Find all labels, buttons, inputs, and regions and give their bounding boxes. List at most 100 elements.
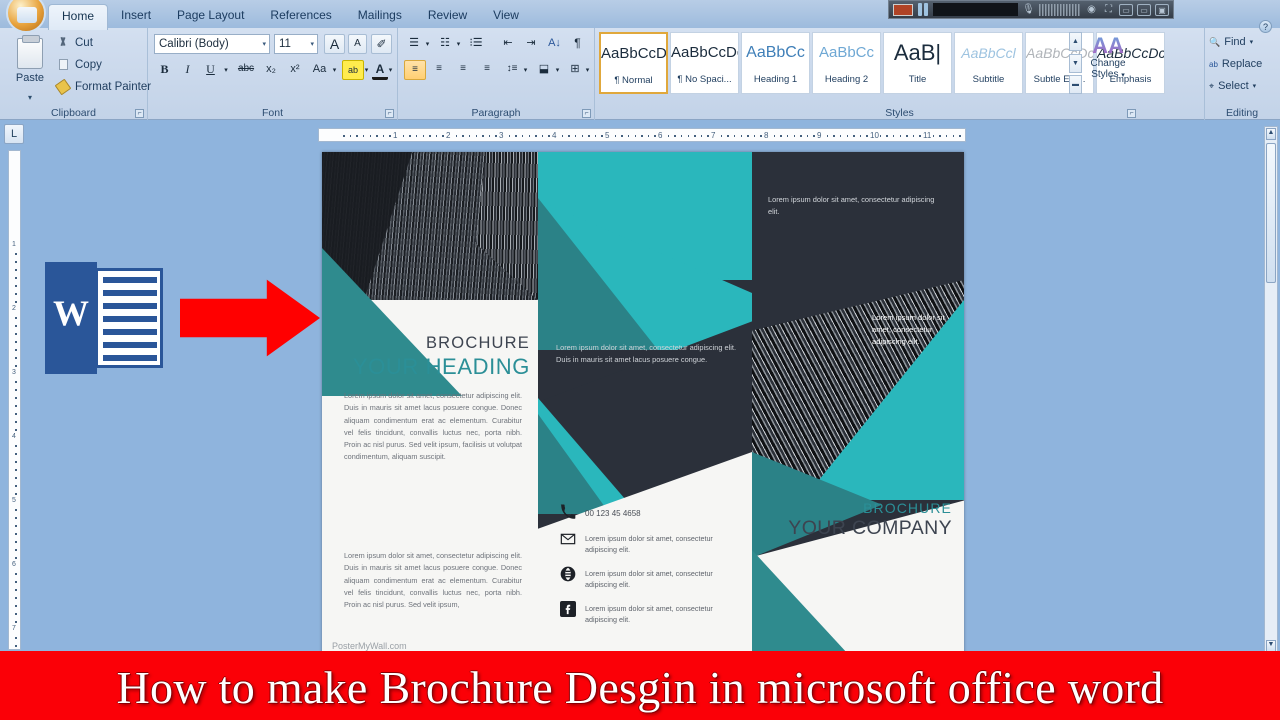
tab-page-layout[interactable]: Page Layout <box>164 4 257 30</box>
group-styles: AaBbCcDc ¶ Normal AaBbCcDc ¶ No Spaci...… <box>595 28 1205 120</box>
font-dialog-launcher[interactable]: ⌐ <box>385 109 394 118</box>
numbering-dropdown[interactable]: ▾ <box>454 36 463 52</box>
bullets-dropdown[interactable]: ▾ <box>423 36 432 52</box>
tab-view[interactable]: View <box>480 4 532 30</box>
grow-font-button[interactable]: A <box>324 34 345 54</box>
change-case-dropdown[interactable]: ▾ <box>330 62 339 78</box>
align-center-button[interactable]: ≡ <box>428 60 450 80</box>
chevron-down-icon[interactable]: ▾ <box>310 38 314 52</box>
bullets-icon: ☰ <box>409 37 419 49</box>
pause-button[interactable] <box>917 3 929 16</box>
ruler-tick-mark <box>15 261 17 263</box>
style-no-spacing[interactable]: AaBbCcDc ¶ No Spaci... <box>670 32 739 94</box>
shading-button[interactable]: ⬓ <box>534 60 554 80</box>
styles-dialog-launcher[interactable]: ⌐ <box>1127 109 1136 118</box>
underline-button[interactable]: U <box>200 60 221 80</box>
style-sample: AaBbCс <box>746 44 805 61</box>
font-name-value: Calibri (Body) <box>159 38 229 50</box>
borders-dropdown[interactable]: ▾ <box>583 62 592 78</box>
change-styles-button[interactable]: AA Change Styles ▾ <box>1084 34 1132 81</box>
scrollbar-thumb[interactable] <box>1266 143 1276 283</box>
horizontal-ruler[interactable]: 1 2 3 4 5 6 7 8 9 10 11 <box>318 128 966 142</box>
monitor-icon[interactable]: ▣ <box>1155 3 1169 16</box>
vertical-scrollbar[interactable]: ▲ ▼ <box>1264 126 1278 654</box>
tab-stop-selector[interactable]: L <box>4 124 24 144</box>
scroll-up-button[interactable]: ▲ <box>1266 128 1276 140</box>
line-spacing-dropdown[interactable]: ▾ <box>521 62 530 78</box>
style-sample: AaBbCc <box>818 44 875 61</box>
shrink-font-button[interactable]: A <box>348 34 367 54</box>
align-left-button[interactable]: ≡ <box>404 60 426 80</box>
font-size-input[interactable]: 11 ▾ <box>274 34 318 54</box>
bullets-button[interactable]: ☰ <box>404 34 424 54</box>
tab-review[interactable]: Review <box>415 4 480 30</box>
copy-button[interactable]: Copy <box>56 58 102 72</box>
ruler-tick-label: 1 <box>12 241 16 248</box>
text-highlight-button[interactable]: ab <box>342 60 364 80</box>
window-icon[interactable]: ▭ <box>1119 3 1133 16</box>
replace-button[interactable]: ab Replace <box>1209 58 1262 70</box>
sort-button[interactable]: A↓ <box>544 34 565 54</box>
font-color-dropdown[interactable]: ▾ <box>386 62 395 78</box>
cut-button[interactable]: Cut <box>56 36 93 50</box>
ruler-tick-mark <box>654 135 656 137</box>
tab-home[interactable]: Home <box>48 4 109 30</box>
increase-indent-button[interactable]: ⇥ <box>520 34 542 54</box>
style-title[interactable]: AaB| Title <box>883 32 952 94</box>
clear-formatting-button[interactable]: ✐ <box>371 34 392 54</box>
paste-button[interactable]: Paste ▾ <box>8 34 52 102</box>
select-button[interactable]: ⌖ Select ▾ <box>1209 80 1256 92</box>
ruler-tick-mark <box>15 485 17 487</box>
document-page[interactable]: BROCHURE YOUR HEADING Lorem ipsum dolor … <box>322 152 964 654</box>
subscript-button[interactable]: x₂ <box>260 60 282 80</box>
align-center-icon: ≡ <box>436 63 442 74</box>
strikethrough-button[interactable]: abc <box>234 60 258 80</box>
settings-icon[interactable]: ◉ <box>1085 3 1098 16</box>
brochure-middle-panel: Lorem ipsum dolor sit amet, consectetur … <box>538 152 752 654</box>
ruler-tick-mark <box>700 135 703 137</box>
right-paragraph-teal: Lorem ipsum dolor sit amet, consectetur … <box>872 313 945 346</box>
tab-insert[interactable]: Insert <box>108 4 164 30</box>
superscript-button[interactable]: x² <box>284 60 306 80</box>
borders-button[interactable]: ⊞ <box>565 60 585 80</box>
justify-button[interactable]: ≡ <box>476 60 498 80</box>
screen-icon[interactable]: ▭ <box>1137 3 1151 16</box>
styles-scroll-up-button[interactable]: ▲ <box>1069 32 1082 51</box>
video-player-controls-overlay[interactable]: 🎙 ◉ ⛶ ▭ ▭ ▣ <box>888 0 1174 19</box>
shading-dropdown[interactable]: ▾ <box>553 62 562 78</box>
highlight-dropdown[interactable]: ▾ <box>362 62 371 78</box>
paragraph-dialog-launcher[interactable]: ⌐ <box>582 109 591 118</box>
font-name-input[interactable]: Calibri (Body) ▾ <box>154 34 270 54</box>
company-title-large: YOUR COMPANY <box>788 517 952 539</box>
show-formatting-marks-button[interactable]: ¶ <box>567 34 588 54</box>
right-paragraph-top: Lorem ipsum dolor sit amet, consectetur … <box>768 195 935 216</box>
italic-button[interactable]: I <box>177 60 198 80</box>
clipboard-dialog-launcher[interactable]: ⌐ <box>135 109 144 118</box>
style-name: Heading 1 <box>753 74 798 85</box>
align-right-button[interactable]: ≡ <box>452 60 474 80</box>
change-case-button[interactable]: Aa <box>308 60 331 80</box>
tab-references[interactable]: References <box>257 4 344 30</box>
decrease-indent-button[interactable]: ⇤ <box>497 34 519 54</box>
ruler-tick-mark <box>879 135 882 137</box>
align-left-icon: ≡ <box>412 64 418 75</box>
format-painter-button[interactable]: Format Painter <box>54 78 151 96</box>
style-subtitle[interactable]: AaBbCcl Subtitle <box>954 32 1023 94</box>
microphone-icon[interactable]: 🎙 <box>1022 3 1035 16</box>
style-heading-2[interactable]: AaBbCc Heading 2 <box>812 32 881 94</box>
chevron-down-icon[interactable]: ▾ <box>262 38 266 52</box>
numbering-button[interactable]: ☷ <box>435 34 455 54</box>
style-normal[interactable]: AaBbCcDc ¶ Normal <box>599 32 668 94</box>
multilevel-list-button[interactable]: ⁝☰ <box>466 34 486 54</box>
underline-dropdown[interactable]: ▾ <box>221 62 231 78</box>
find-button[interactable]: 🔍 Find ▾ <box>1209 36 1253 48</box>
styles-scroll-down-button[interactable]: ▼ <box>1069 53 1082 73</box>
fullscreen-icon[interactable]: ⛶ <box>1102 3 1115 16</box>
line-spacing-button[interactable]: ↕≡ <box>502 60 522 80</box>
bold-button[interactable]: B <box>154 60 175 80</box>
vertical-ruler[interactable]: 1 2 3 4 5 6 7 <box>8 150 21 650</box>
styles-more-button[interactable]: ▬ <box>1069 75 1082 94</box>
cursor-icon: ⌖ <box>1209 80 1215 91</box>
tab-mailings[interactable]: Mailings <box>345 4 415 30</box>
style-heading-1[interactable]: AaBbCс Heading 1 <box>741 32 810 94</box>
